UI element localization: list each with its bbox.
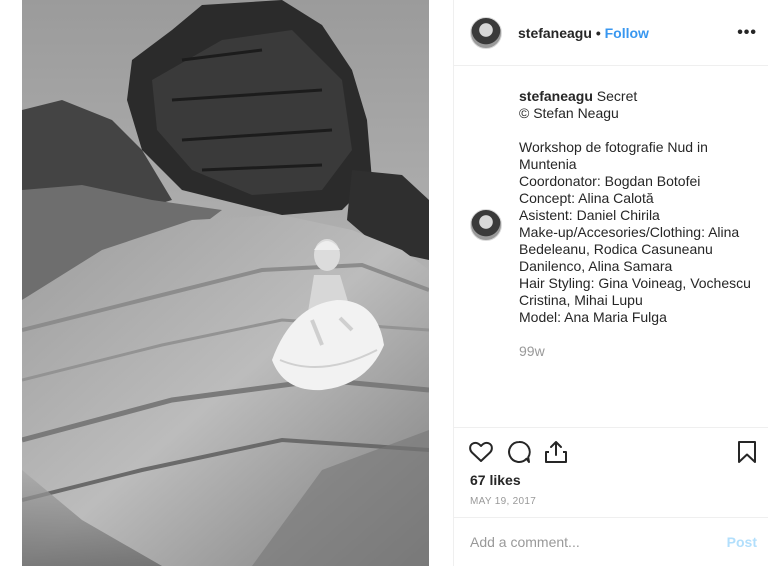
avatar[interactable] bbox=[470, 17, 502, 49]
follow-button[interactable]: Follow bbox=[605, 25, 649, 41]
header-user-line: stefaneagu • Follow bbox=[518, 25, 649, 41]
post-photo-area bbox=[0, 0, 453, 566]
post-photo[interactable] bbox=[22, 0, 429, 566]
post-actions: 67 likes MAY 19, 2017 bbox=[454, 427, 768, 517]
caption-text: stefaneagu Secret © Stefan Neagu Worksho… bbox=[519, 88, 759, 326]
post-comment-button[interactable]: Post bbox=[727, 534, 757, 550]
username-link[interactable]: stefaneagu bbox=[518, 25, 592, 41]
bw-rock-photo bbox=[22, 0, 429, 566]
caption-username[interactable]: stefaneagu bbox=[519, 88, 593, 104]
post-header: stefaneagu • Follow ••• bbox=[454, 0, 768, 66]
comment-input[interactable] bbox=[470, 532, 690, 552]
caption-area: stefaneagu Secret © Stefan Neagu Worksho… bbox=[454, 66, 768, 426]
more-options-icon[interactable]: ••• bbox=[737, 24, 757, 42]
likes-count[interactable]: 67 likes bbox=[470, 472, 521, 488]
caption-avatar[interactable] bbox=[470, 209, 502, 241]
post-side-panel: stefaneagu • Follow ••• stefaneagu Secre… bbox=[453, 0, 768, 566]
heart-icon[interactable] bbox=[468, 439, 494, 465]
comment-icon[interactable] bbox=[506, 439, 532, 465]
caption-time-ago[interactable]: 99w bbox=[519, 343, 545, 359]
caption-body: Secret © Stefan Neagu Workshop de fotogr… bbox=[519, 88, 751, 325]
separator-dot: • bbox=[595, 25, 601, 41]
post-date[interactable]: MAY 19, 2017 bbox=[470, 496, 536, 507]
share-icon[interactable] bbox=[543, 439, 569, 465]
bookmark-icon[interactable] bbox=[734, 439, 760, 465]
comment-bar: Post bbox=[454, 517, 768, 566]
